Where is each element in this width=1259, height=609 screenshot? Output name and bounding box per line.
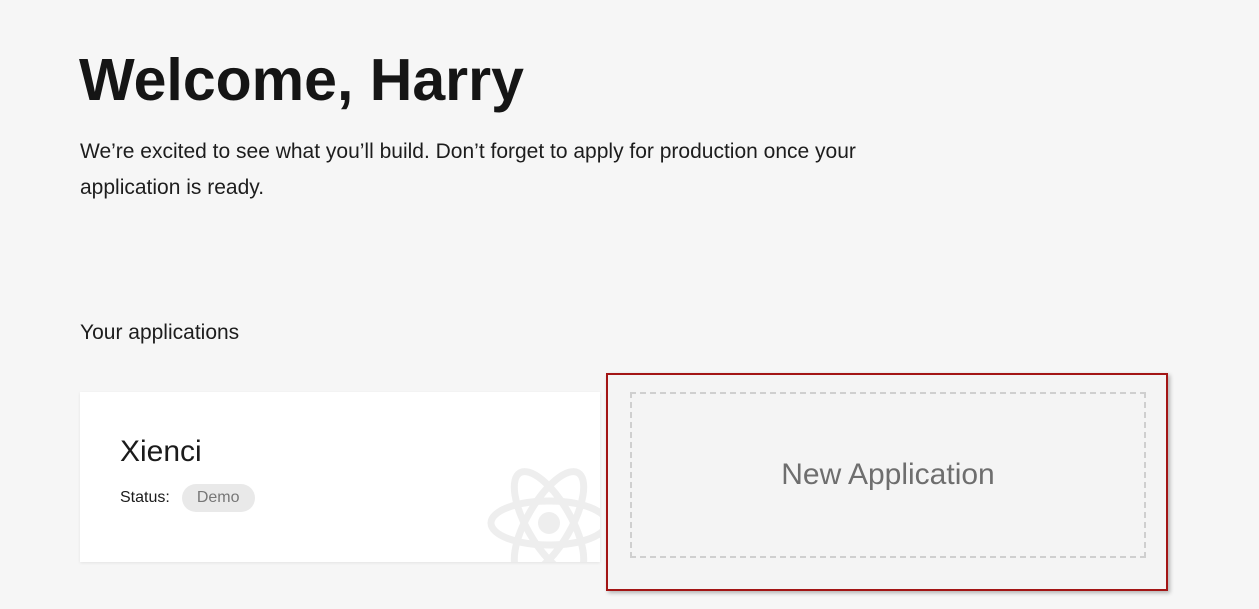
status-label: Status: <box>120 489 170 506</box>
new-application-highlight: New Application <box>606 373 1168 591</box>
developer-dashboard: Welcome, Harry We’re excited to see what… <box>0 0 1259 609</box>
new-application-button[interactable]: New Application <box>630 392 1146 558</box>
new-application-label: New Application <box>781 458 995 491</box>
application-name: Xienci <box>120 435 202 468</box>
status-badge: Demo <box>181 484 255 512</box>
page-title: Welcome, Harry <box>79 47 524 113</box>
applications-heading: Your applications <box>80 321 240 344</box>
application-status: Status: Demo <box>120 484 255 512</box>
application-card-xienci[interactable]: Xienci Status: Demo <box>80 392 600 562</box>
react-atom-icon <box>487 468 600 562</box>
welcome-message: We’re excited to see what you’ll build. … <box>80 140 856 199</box>
